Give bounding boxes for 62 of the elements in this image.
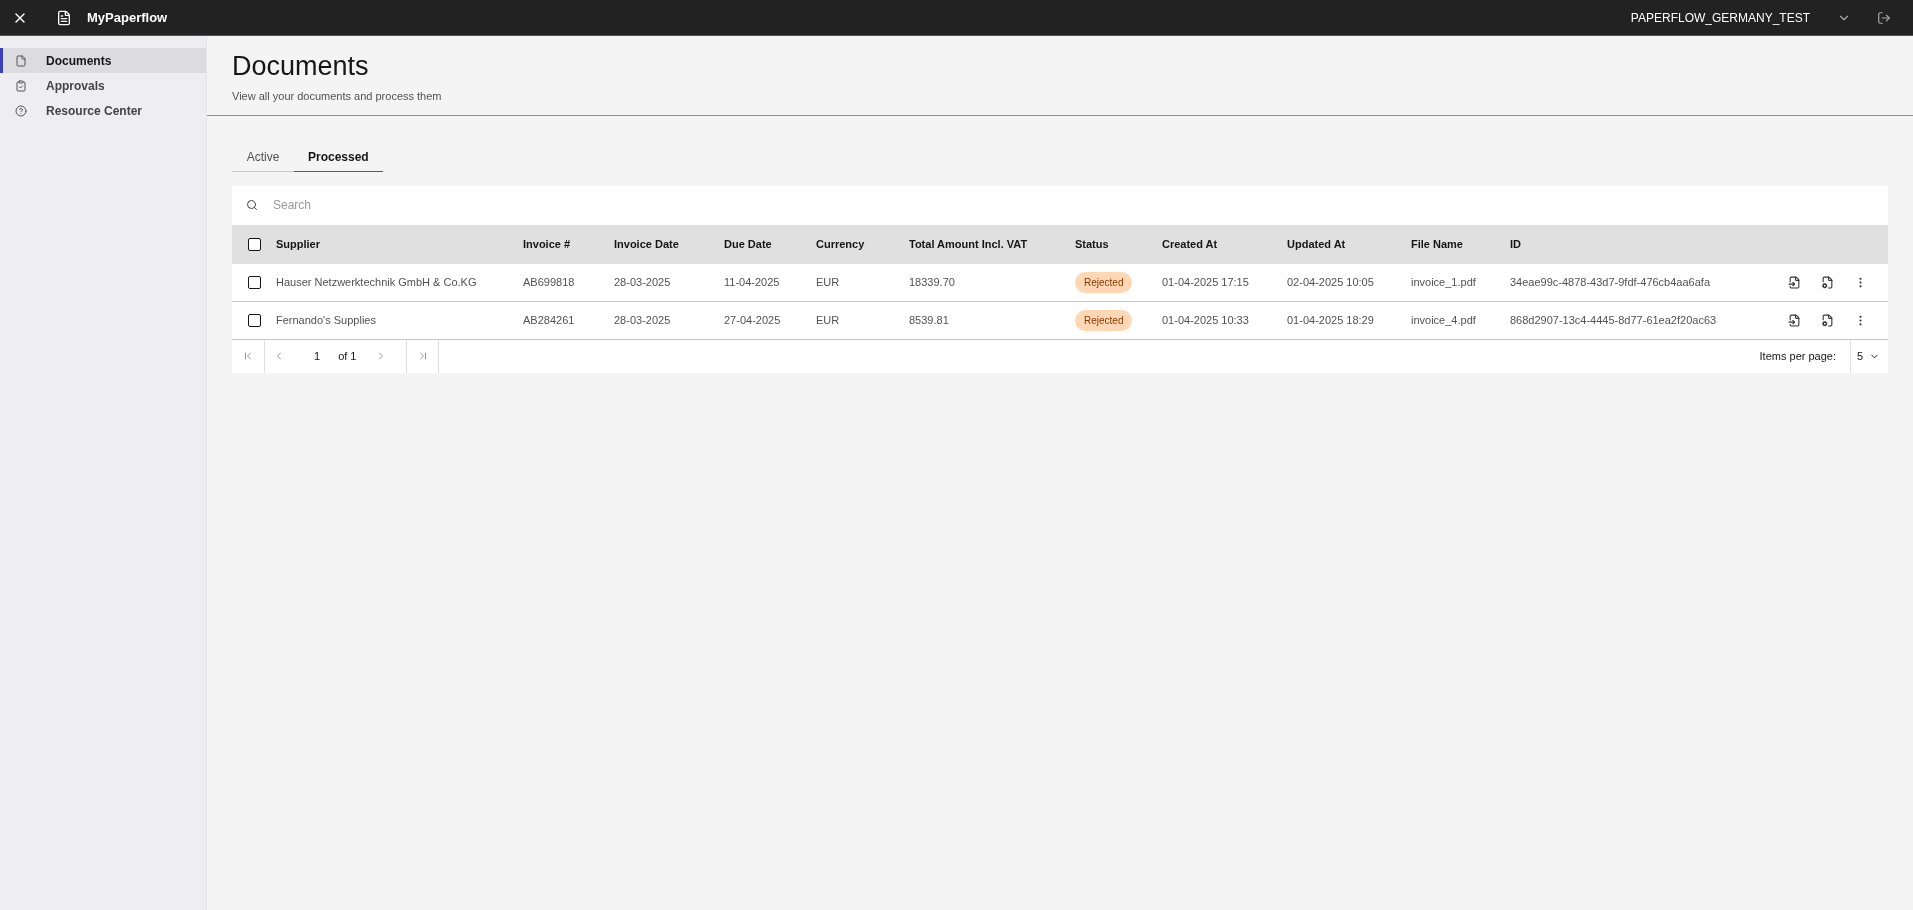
table-cell-text: 8539.81	[909, 312, 950, 328]
page-count: of 1	[338, 348, 357, 364]
search-field[interactable]: Search	[273, 185, 1888, 225]
table-cell-text: EUR	[816, 312, 841, 328]
table-cell-text: 11-04-2025	[724, 274, 781, 290]
search-icon	[246, 199, 258, 211]
table-cell-text: 02-04-2025 10:05	[1287, 274, 1375, 290]
table-cell-text: AB284261	[523, 312, 576, 328]
file-import-icon[interactable]	[1788, 313, 1801, 327]
column-header: Invoice Date	[614, 236, 680, 252]
table-cell-text: AB699818	[523, 274, 576, 290]
table-cell-text: 01-04-2025 10:33	[1162, 312, 1250, 328]
items-per-page-label: Items per page:	[1759, 348, 1836, 364]
sidebar-item-icon	[15, 54, 27, 67]
first-page-icon[interactable]	[242, 350, 254, 362]
column-header: ID	[1510, 236, 1522, 252]
file-settings-icon[interactable]	[1821, 313, 1834, 327]
table-cell-text: EUR	[816, 274, 841, 290]
column-header: Invoice #	[523, 236, 572, 252]
account-name[interactable]: PAPERFLOW_GERMANY_TEST	[1630, 8, 1810, 27]
app-title: MyPaperflow	[87, 8, 168, 27]
table-cell-text: Hauser Netzwerktechnik GmbH & Co.KG	[276, 274, 478, 290]
column-header: Updated At	[1287, 236, 1347, 252]
logout-icon[interactable]	[1877, 10, 1891, 25]
column-header: Due Date	[724, 236, 773, 252]
tab[interactable]: Processed	[294, 143, 383, 172]
status-badge: Rejected	[1075, 271, 1133, 293]
page-subtitle: View all your documents and process them	[232, 89, 443, 104]
items-per-page-select[interactable]: 5	[1850, 339, 1888, 373]
sidebar-item[interactable]: Documents	[0, 48, 206, 73]
table-cell-text: invoice_4.pdf	[1411, 312, 1477, 328]
column-header: Total Amount Incl. VAT	[909, 236, 1029, 252]
checkbox[interactable]	[248, 237, 261, 251]
sidebar-item-icon	[15, 79, 27, 92]
column-header: Created At	[1162, 236, 1219, 252]
table-cell-text: 27-04-2025	[724, 312, 782, 328]
page-title: Documents	[232, 50, 370, 83]
table-cell-text: 28-03-2025	[614, 274, 672, 290]
table-cell-text: 868d2907-13c4-4445-8d77-61ea2f20ac63	[1510, 312, 1718, 328]
file-import-icon[interactable]	[1788, 275, 1801, 289]
checkbox[interactable]	[248, 275, 261, 289]
sidebar-item-icon	[15, 104, 27, 117]
last-page-icon[interactable]	[417, 350, 429, 362]
column-header: File Name	[1411, 236, 1464, 252]
sidebar-item[interactable]: Approvals	[0, 73, 206, 98]
column-header: Currency	[816, 236, 866, 252]
table-cell-text: 01-04-2025 17:15	[1162, 274, 1250, 290]
table-cell-text: 01-04-2025 18:29	[1287, 312, 1375, 328]
page-number[interactable]: 1	[314, 347, 321, 365]
column-header: Status	[1075, 236, 1110, 252]
table-cell-text: 34eae99c-4878-43d7-9fdf-476cb4aa6afa	[1510, 274, 1711, 290]
document-icon	[56, 9, 72, 26]
table-cell-text: Fernando's Supplies	[276, 312, 377, 328]
file-settings-icon[interactable]	[1821, 275, 1834, 289]
tab[interactable]: Active	[232, 143, 294, 172]
checkbox[interactable]	[248, 313, 261, 327]
sidebar-item[interactable]: Resource Center	[0, 98, 206, 123]
table-cell-text: invoice_1.pdf	[1411, 274, 1477, 290]
column-header: Supplier	[276, 236, 321, 252]
status-badge: Rejected	[1075, 309, 1133, 331]
table-cell-text: 28-03-2025	[614, 312, 672, 328]
table-cell-text: 18339.70	[909, 274, 956, 290]
